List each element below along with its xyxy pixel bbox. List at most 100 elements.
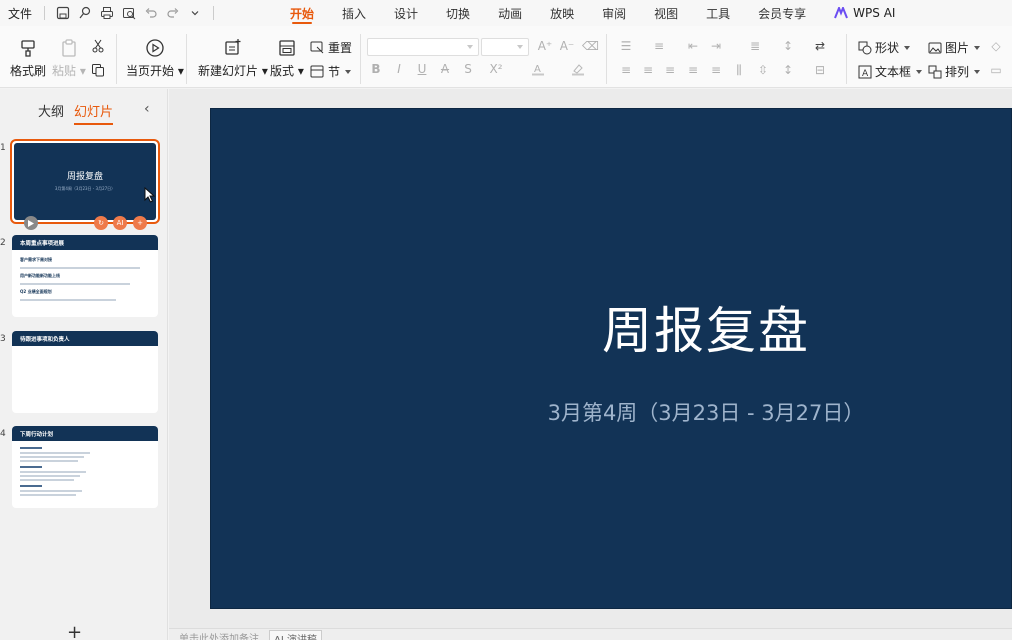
current-slide[interactable]: 周报复盘 3月第4周（3月23日 - 3月27日） (210, 108, 1012, 609)
tab-home[interactable]: 开始 (290, 0, 314, 26)
text-line (20, 475, 80, 477)
vertical-align-icon[interactable]: ⊟ (812, 63, 828, 77)
underline-icon[interactable]: U (414, 62, 430, 76)
layout-button[interactable]: 版式 ▾ (270, 38, 304, 79)
text-line (20, 267, 140, 269)
thumbnail-header: 本周重点事项进展 (12, 235, 158, 250)
clear-format-icon[interactable]: ⌫ (582, 39, 599, 53)
decrease-font-icon[interactable]: A⁻ (559, 39, 575, 53)
superscript-icon[interactable]: X² (485, 62, 507, 76)
slide-title[interactable]: 周报复盘 (211, 291, 1012, 363)
text-line (20, 466, 42, 468)
copy-icon[interactable] (90, 62, 106, 78)
slide-action-icon[interactable]: ↻ (94, 216, 108, 230)
redo-icon[interactable] (165, 5, 181, 21)
share-icon[interactable] (77, 5, 93, 21)
reset-button[interactable]: 重置 (310, 39, 352, 56)
thumbnail-subtitle: 3月第4周（3月23日 - 3月27日） (54, 186, 116, 191)
slide-thumbnail-2[interactable]: 本周重点事项进展 客户需求下周对接 用户新功能新功能上线 Q2 业绩全面规划 (12, 235, 158, 317)
play-slide-icon[interactable] (24, 216, 38, 230)
italic-icon[interactable]: I (391, 62, 407, 76)
align-center-icon[interactable]: ≡ (640, 63, 656, 77)
shape-button[interactable]: 形状 (858, 39, 911, 56)
menu-bar: 文件 开始 插入 设计 切换 动画 放映 审阅 视图 工具 会员专享 WPS A… (0, 0, 1012, 26)
strikethrough-icon[interactable]: A (437, 62, 453, 76)
ai-notes-button[interactable]: AI 演讲稿 (269, 630, 322, 640)
thumbnail-item: 客户需求下周对接 (20, 257, 52, 262)
arrange-button[interactable]: 排列 (928, 63, 981, 80)
tab-animations[interactable]: 动画 (498, 0, 522, 26)
distribute-icon[interactable]: ≡ (708, 63, 724, 77)
tab-slideshow[interactable]: 放映 (550, 0, 574, 26)
notes-placeholder[interactable]: 单击此处添加备注 (179, 630, 259, 640)
tab-design[interactable]: 设计 (394, 0, 418, 26)
arrange-icon (928, 65, 942, 78)
text-line (20, 460, 78, 462)
tab-tools[interactable]: 工具 (706, 0, 730, 26)
undo-icon[interactable] (143, 5, 159, 21)
picture-label: 图片 (945, 41, 970, 55)
bullet-list-icon[interactable]: ☰ (618, 39, 634, 53)
numbered-list-icon[interactable]: ≡ (651, 39, 667, 53)
section-button[interactable]: 节 (310, 63, 352, 80)
line-height-icon[interactable]: ↕ (780, 63, 796, 77)
section-icon (310, 65, 324, 78)
slide-thumbnail-4[interactable]: 下周行动计划 (12, 426, 158, 508)
align-left-icon[interactable]: ≡ (618, 63, 634, 77)
collapse-panel-icon[interactable]: ‹ (144, 101, 150, 117)
text-line (20, 456, 84, 458)
picture-button[interactable]: 图片 (928, 39, 981, 56)
print-icon[interactable] (99, 5, 115, 21)
tab-insert[interactable]: 插入 (342, 0, 366, 26)
play-from-current-button[interactable]: 当页开始 ▾ (126, 38, 184, 79)
bold-icon[interactable]: B (368, 62, 384, 76)
convert-icon[interactable]: ⇄ (812, 39, 828, 53)
increase-indent-icon[interactable]: ⇥ (708, 39, 724, 53)
file-menu[interactable]: 文件 (0, 5, 38, 22)
outline-icon[interactable]: ▭ (988, 63, 1004, 77)
tab-outline[interactable]: 大纲 (38, 101, 64, 120)
cut-icon[interactable] (90, 38, 106, 54)
new-slide-button[interactable]: 新建幻灯片 ▾ (198, 38, 268, 79)
chevron-down-icon[interactable] (187, 5, 203, 21)
font-size-select[interactable] (481, 38, 529, 56)
slide-thumbnail-3[interactable]: 待跟进事项和负责人 (12, 331, 158, 413)
quick-access-toolbar (51, 5, 207, 21)
format-painter-button[interactable]: 格式刷 (10, 38, 46, 79)
justify-icon[interactable]: ≡ (685, 63, 701, 77)
line-spacing-icon[interactable]: ≣ (747, 39, 763, 53)
tab-view[interactable]: 视图 (654, 0, 678, 26)
columns-icon[interactable]: ⫼ (731, 63, 747, 78)
align-right-icon[interactable]: ≡ (662, 63, 678, 77)
fill-icon[interactable]: ◇ (988, 39, 1004, 53)
tab-transitions[interactable]: 切换 (446, 0, 470, 26)
font-color-icon[interactable]: A (530, 62, 546, 79)
slide-thumbnail-1[interactable]: 周报复盘 3月第4周（3月23日 - 3月27日） (10, 139, 160, 224)
print-preview-icon[interactable] (121, 5, 137, 21)
ribbon-toolbar: 格式刷 粘贴 ▾ 当页开始 ▾ 新建幻灯片 ▾ 版式 ▾ 重置 节 A⁺ A⁻ (0, 26, 1012, 88)
slide-subtitle[interactable]: 3月第4周（3月23日 - 3月27日） (211, 397, 1012, 427)
text-line (20, 283, 130, 285)
paste-button[interactable]: 粘贴 ▾ (52, 38, 86, 79)
font-family-select[interactable] (367, 38, 479, 56)
text-line (20, 452, 90, 454)
add-slide-after-icon[interactable]: + (133, 216, 147, 230)
tab-slides[interactable]: 幻灯片 (74, 101, 114, 125)
save-icon[interactable] (55, 5, 71, 21)
svg-text:A: A (862, 69, 869, 79)
text-shadow-icon[interactable]: S (460, 62, 476, 76)
highlight-icon[interactable] (570, 62, 586, 79)
new-slide-icon (225, 39, 241, 55)
textbox-button[interactable]: A 文本框 (858, 63, 923, 80)
slide-action-icon[interactable]: AI (113, 216, 127, 230)
tab-wps-ai[interactable]: WPS AI (834, 0, 895, 26)
play-from-current-label: 当页开始 ▾ (126, 64, 184, 78)
tab-membership[interactable]: 会员专享 (758, 0, 806, 26)
tab-review[interactable]: 审阅 (602, 0, 626, 26)
paragraph-spacing-icon[interactable]: ⇳ (755, 63, 771, 77)
add-slide-button[interactable]: + (67, 622, 82, 640)
text-direction-icon[interactable]: ↕ (780, 39, 796, 53)
text-line (20, 485, 42, 487)
increase-font-icon[interactable]: A⁺ (537, 39, 553, 53)
decrease-indent-icon[interactable]: ⇤ (685, 39, 701, 53)
